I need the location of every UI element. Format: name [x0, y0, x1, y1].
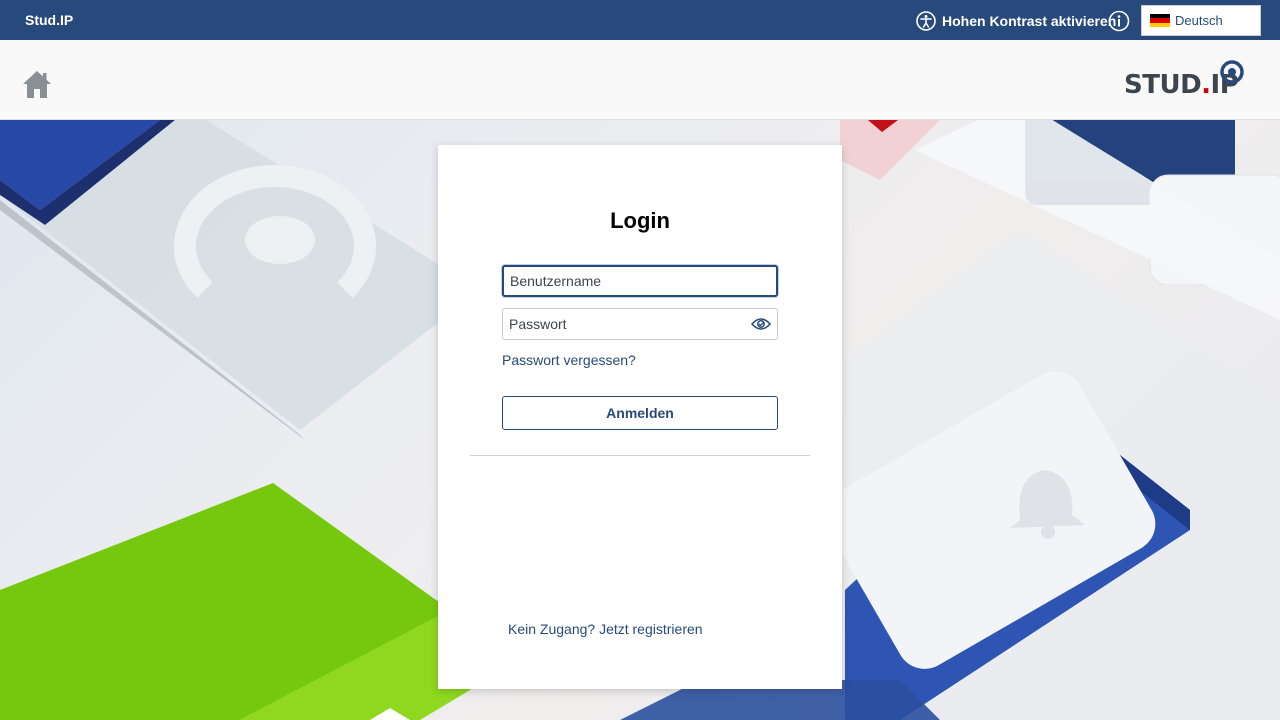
logo-ring-icon [1220, 60, 1244, 84]
username-input[interactable] [502, 265, 778, 297]
forgot-password-link[interactable]: Passwort vergessen? [502, 352, 636, 368]
language-label: Deutsch [1175, 13, 1223, 28]
divider [470, 455, 810, 456]
login-button[interactable]: Anmelden [502, 396, 778, 430]
german-flag-icon [1150, 14, 1170, 27]
top-bar: Stud.IP Hohen Kontrast aktivieren Deutsc… [0, 0, 1280, 40]
high-contrast-label: Hohen Kontrast aktivieren [942, 13, 1117, 29]
language-select[interactable]: Deutsch [1141, 5, 1261, 36]
register-link[interactable]: Kein Zugang? Jetzt registrieren [508, 621, 703, 637]
high-contrast-toggle[interactable]: Hohen Kontrast aktivieren [916, 10, 1116, 32]
studip-logo[interactable]: STUD.IP [1124, 58, 1248, 104]
header: STUD.IP [0, 40, 1280, 120]
home-icon[interactable] [22, 68, 52, 100]
accessibility-icon [916, 11, 936, 31]
login-card: Login Passwort vergessen? Anmelden Kein … [438, 145, 842, 689]
site-name: Stud.IP [25, 12, 74, 28]
eye-icon[interactable] [751, 317, 771, 331]
info-icon[interactable] [1108, 10, 1130, 32]
login-title: Login [610, 208, 670, 233]
password-input[interactable] [502, 308, 778, 340]
